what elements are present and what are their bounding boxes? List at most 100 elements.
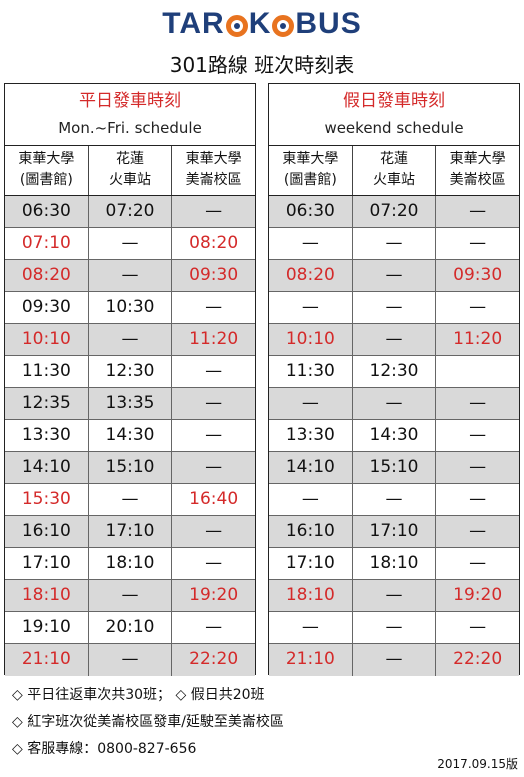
table-row: 14:10 15:10 —: [5, 452, 255, 484]
table-row: 21:10— 22:20: [5, 644, 255, 676]
time-cell: 10:30: [89, 292, 173, 323]
time-cell: 08:20: [5, 260, 89, 291]
table-row: 14:10 15:10 —: [269, 452, 519, 484]
time-cell: [436, 356, 519, 387]
table-row: 08:20— 09:30: [269, 260, 519, 292]
weekend-column-headers: 東華大學 (圖書館) 花蓮 火車站 東華大學 美崙校區: [269, 146, 519, 196]
table-row: 12:35 13:35 —: [5, 388, 255, 420]
table-row: — — —: [269, 484, 519, 516]
table-row: 17:10 18:10 —: [5, 548, 255, 580]
time-cell: 11:30: [269, 356, 353, 387]
time-cell: —: [353, 644, 437, 676]
table-row: 13:30 14:30 —: [269, 420, 519, 452]
time-cell: —: [353, 388, 437, 419]
time-cell: 07:10: [5, 228, 89, 259]
time-cell: —: [269, 228, 353, 259]
weekend-header: 假日發車時刻 weekend schedule: [269, 84, 519, 146]
time-cell: 15:10: [89, 452, 173, 483]
time-cell: 18:10: [353, 548, 437, 579]
time-cell: 19:20: [453, 585, 503, 605]
weekend-schedule-table: 假日發車時刻 weekend schedule 東華大學 (圖書館) 花蓮 火車…: [268, 83, 520, 676]
time-cell: —: [469, 233, 487, 253]
table-row: 21:10— 22:20: [269, 644, 519, 676]
time-cell: —: [469, 201, 487, 221]
table-row: 11:30 12:30 —: [5, 356, 255, 388]
logo-text-bus: BUS: [295, 7, 362, 40]
time-cell: 17:10: [269, 548, 353, 579]
time-cell: 22:20: [453, 649, 503, 669]
time-cell: 17:10: [5, 548, 89, 579]
time-cell: 15:10: [353, 452, 437, 483]
table-row: 09:30 10:30 —: [5, 292, 255, 324]
time-cell: 09:30: [453, 265, 503, 285]
weekend-rows: 06:30 07:20— — — —08:20—09:30— — —10:10—11:20 1…: [269, 196, 519, 676]
table-row: 07:10— 08:20: [5, 228, 255, 260]
time-cell: 10:10: [269, 324, 353, 355]
time-cell: 16:10: [269, 516, 353, 547]
time-cell: —: [205, 521, 223, 541]
table-row: — — —: [269, 292, 519, 324]
column-header: 東華大學 美崙校區: [185, 151, 242, 188]
table-row: 11:30 12:30: [269, 356, 519, 388]
time-cell: 16:10: [5, 516, 89, 547]
time-cell: —: [89, 580, 173, 611]
time-cell: —: [353, 260, 437, 291]
time-cell: —: [469, 521, 487, 541]
time-cell: —: [353, 324, 437, 355]
column-header: 東華大學 (圖書館): [269, 146, 353, 195]
tarokobus-logo: TAR K BUS: [0, 4, 524, 44]
weekday-rows: 06:30 07:20—07:10—08:20 08:20—09:30 09:30 10…: [5, 196, 255, 676]
notes: ◇ 平日往返車次共30班； ◇ 假日共20班 ◇ 紅字班次從美崙校區發車/延駛至…: [12, 682, 284, 763]
time-cell: 12:35: [5, 388, 89, 419]
logo-wheel-icon: [225, 15, 248, 37]
time-cell: —: [469, 297, 487, 317]
page-title: 301路線 班次時刻表: [169, 53, 355, 77]
time-cell: 06:30: [269, 196, 353, 227]
time-cell: —: [269, 484, 353, 515]
time-cell: 22:20: [189, 649, 239, 669]
time-cell: 13:30: [5, 420, 89, 451]
time-cell: —: [353, 228, 437, 259]
note-hotline: ◇ 客服專線：0800-827-656: [12, 741, 197, 757]
time-cell: —: [205, 617, 223, 637]
table-row: 16:10 17:10 —: [269, 516, 519, 548]
weekday-subtitle: Mon.~Fri. schedule: [58, 119, 202, 137]
weekday-title: 平日發車時刻: [79, 91, 181, 111]
time-cell: 06:30: [5, 196, 89, 227]
table-row: 19:10 20:10 —: [5, 612, 255, 644]
table-row: 17:10 18:10 —: [269, 548, 519, 580]
time-cell: —: [205, 297, 223, 317]
time-cell: 21:10: [5, 644, 89, 676]
time-cell: 11:30: [5, 356, 89, 387]
table-row: 06:30 07:20 —: [5, 196, 255, 228]
time-cell: 21:10: [269, 644, 353, 676]
table-row: 16:10 17:10 —: [5, 516, 255, 548]
time-cell: —: [469, 617, 487, 637]
time-cell: —: [205, 201, 223, 221]
time-cell: —: [353, 612, 437, 643]
table-row: 18:10— 19:20: [269, 580, 519, 612]
time-cell: —: [269, 612, 353, 643]
time-cell: 07:20: [89, 196, 173, 227]
time-cell: 18:10: [89, 548, 173, 579]
time-cell: 13:30: [269, 420, 353, 451]
time-cell: 09:30: [189, 265, 239, 285]
weekend-title: 假日發車時刻: [343, 91, 445, 111]
table-row: 08:20— 09:30: [5, 260, 255, 292]
time-cell: —: [89, 228, 173, 259]
time-cell: —: [89, 260, 173, 291]
time-cell: —: [469, 553, 487, 573]
weekday-header: 平日發車時刻 Mon.~Fri. schedule: [5, 84, 255, 146]
time-cell: 14:10: [269, 452, 353, 483]
table-row: 15:30— 16:40: [5, 484, 255, 516]
time-cell: 17:10: [353, 516, 437, 547]
time-cell: 19:20: [189, 585, 239, 605]
column-header: 東華大學 美崙校區: [449, 151, 506, 188]
time-cell: 20:10: [89, 612, 173, 643]
column-header: 花蓮 火車站: [89, 146, 173, 195]
table-row: — — —: [269, 228, 519, 260]
time-cell: 14:30: [89, 420, 173, 451]
time-cell: 16:40: [189, 489, 239, 509]
logo-wheel-icon: [272, 15, 295, 37]
time-cell: 11:20: [453, 329, 503, 349]
